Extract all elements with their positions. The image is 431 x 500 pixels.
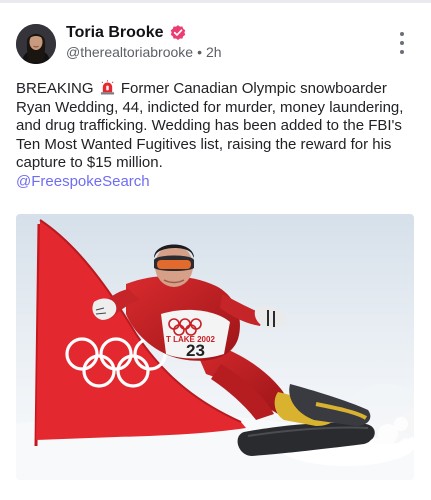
- racer-goggles: [157, 260, 191, 269]
- post-text: BREAKING Former Canadian Olympic snowboa…: [16, 80, 420, 192]
- author-name-row: Toria Brooke: [66, 22, 187, 44]
- more-dot: [400, 50, 404, 54]
- bib-number: 23: [186, 341, 205, 360]
- meta-separator: •: [197, 44, 202, 60]
- post-timestamp: 2h: [205, 44, 222, 60]
- post-lead: BREAKING: [16, 80, 94, 97]
- author-display-name[interactable]: Toria Brooke: [66, 24, 164, 42]
- rotating-light-icon: [100, 80, 115, 95]
- more-dot: [400, 32, 404, 36]
- top-divider: [0, 0, 431, 3]
- snowboarder-photo: T LAKE 2002 23: [16, 214, 414, 480]
- post-image[interactable]: T LAKE 2002 23: [16, 214, 414, 480]
- author-meta-row: @therealtoriabrooke • 2h: [66, 44, 222, 60]
- avatar[interactable]: [16, 24, 56, 64]
- verified-badge-icon: [169, 24, 187, 42]
- more-dot: [400, 41, 404, 45]
- avatar-image: [16, 24, 56, 64]
- more-options-icon[interactable]: [392, 32, 412, 54]
- author-handle[interactable]: @therealtoriabrooke: [66, 44, 193, 60]
- mention-link[interactable]: @FreespokeSearch: [16, 173, 150, 190]
